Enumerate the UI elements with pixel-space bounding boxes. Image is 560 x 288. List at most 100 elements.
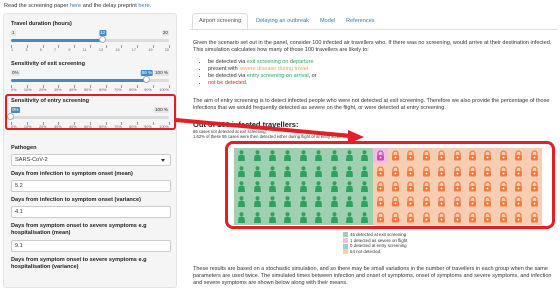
traveller-icon	[515, 212, 523, 223]
person-icon	[299, 165, 307, 177]
waffle-cell	[495, 163, 512, 179]
travel-duration-label: Travel duration (hours)	[11, 21, 72, 27]
slider-tick-label: 50%	[84, 88, 92, 92]
waffle-cell	[310, 178, 327, 195]
traveller-icon	[407, 196, 415, 207]
traveller-waffle-chart	[225, 141, 555, 229]
slider-tick-label: 80%	[129, 88, 137, 92]
tab-model[interactable]: Model	[314, 14, 341, 28]
bullet-text: be detected via	[208, 59, 247, 65]
screening-paper-link[interactable]: here	[70, 3, 81, 9]
waffle-cell	[418, 194, 435, 210]
traveller-icon	[515, 165, 523, 177]
person-icon	[345, 150, 353, 162]
slider-handle[interactable]	[7, 113, 14, 120]
waffle-cell	[434, 209, 450, 225]
traveller-icon	[469, 212, 477, 223]
slider-handle[interactable]	[98, 36, 106, 43]
traveller-icon	[422, 212, 430, 223]
person-icon	[284, 196, 292, 208]
slider-max-label: 100 %	[153, 107, 169, 113]
traveller-icon	[499, 165, 507, 177]
traveller-icon	[499, 196, 507, 207]
waffle-cell	[495, 148, 512, 164]
onset-variance-input[interactable]: 4.1	[11, 206, 171, 218]
intro-paragraph: Given the scenario set out in the panel,…	[193, 40, 552, 53]
pathogen-select[interactable]: SARS-CoV-2	[11, 154, 171, 166]
waffle-cell	[234, 148, 250, 164]
exit-screening-slider[interactable]: 0% 100 % 86 % 0% 10% 20% 30% 40% 50% 60% 70% 80%…	[11, 70, 169, 92]
traveller-icon	[376, 150, 384, 161]
waffle-cell	[249, 163, 265, 179]
travel-duration-slider[interactable]: 1 20 12 1 3 5 7 9 11 13 15 17 19 20	[11, 30, 169, 52]
slider-track[interactable]	[11, 116, 169, 119]
traveller-icon	[438, 212, 446, 223]
slider-tick-labels: 0% 10% 20% 30% 40% 50% 60% 70% 80% 90% 100%	[11, 125, 169, 129]
waffle-cell	[326, 148, 342, 164]
slider-value-label: 0%	[11, 107, 20, 113]
bullet-highlight: severe disease during travel	[239, 66, 308, 72]
traveller-icon	[376, 181, 384, 192]
slider-tick-label: 30%	[53, 88, 62, 92]
person-icon	[284, 165, 292, 177]
person-icon	[345, 181, 353, 192]
waffle-cell	[526, 178, 542, 195]
tab-delaying-outbreak[interactable]: Delaying an outbreak	[250, 14, 315, 28]
delay-preprint-link[interactable]: here	[138, 3, 149, 9]
tab-references[interactable]: References	[340, 14, 381, 28]
waffle-cell	[480, 148, 496, 164]
tab-bar: Airport screening Delaying an outbreak M…	[190, 13, 558, 30]
waffle-cell	[464, 178, 481, 195]
slider-tick-label: 100%	[159, 125, 169, 129]
person-icon	[268, 165, 276, 177]
slider-tick-labels: 1 3 5 7 9 11 13 15 17 19 20	[11, 48, 169, 52]
person-icon	[299, 212, 307, 223]
person-icon	[238, 181, 246, 192]
traveller-icon	[376, 212, 384, 223]
traveller-icon	[453, 212, 461, 223]
person-icon	[315, 165, 323, 177]
traveller-icon	[392, 150, 400, 161]
waffle-cell	[526, 194, 542, 210]
traveller-icon	[392, 165, 400, 177]
person-icon	[330, 165, 338, 177]
slider-handle[interactable]	[142, 76, 150, 83]
slider-tick-label: 0%	[11, 125, 17, 129]
waffle-cell	[372, 178, 388, 195]
slider-tick-label: 20%	[38, 88, 47, 92]
slider-tick-labels: 0% 10% 20% 30% 40% 50% 60% 70% 80% 90% 100%	[11, 88, 169, 92]
severe-mean-input[interactable]: 9.1	[11, 240, 171, 252]
waffle-cell	[434, 163, 450, 179]
waffle-cell	[372, 163, 388, 179]
onset-mean-input[interactable]: 5.2	[11, 180, 171, 192]
waffle-cell	[341, 209, 358, 225]
person-icon	[268, 196, 276, 208]
tab-airport-screening[interactable]: Airport screening	[192, 13, 249, 29]
slider-tick-label: 13	[98, 48, 104, 52]
waffle-cell	[418, 163, 435, 179]
slider-tick-label: 0%	[11, 88, 17, 92]
slider-track[interactable]	[11, 39, 169, 42]
waffle-cell	[372, 194, 388, 210]
waffle-cell	[326, 178, 342, 195]
person-icon	[253, 181, 261, 192]
waffle-cell	[480, 209, 496, 225]
person-icon	[361, 181, 369, 192]
waffle-cell	[295, 163, 311, 179]
person-icon	[345, 196, 353, 208]
slider-fill	[11, 39, 103, 42]
traveller-icon	[469, 181, 477, 192]
entry-screening-slider[interactable]: 0% 100 % 0% 0% 10% 20% 30% 40% 50% 60% 70% 80% 90…	[7, 107, 169, 129]
waffle-cell	[403, 178, 419, 195]
waffle-cell	[449, 194, 465, 210]
waffle-cell	[280, 209, 296, 225]
legend-item: 54 not detected	[343, 249, 407, 255]
waffle-cell	[295, 148, 311, 164]
person-icon	[345, 212, 353, 223]
slider-tick-label: 100%	[159, 88, 169, 92]
slider-tick-label: 90%	[144, 88, 152, 92]
traveller-icon	[499, 212, 507, 223]
waffle-cell	[449, 148, 465, 164]
waffle-cell	[234, 178, 250, 195]
waffle-cell	[264, 178, 281, 195]
